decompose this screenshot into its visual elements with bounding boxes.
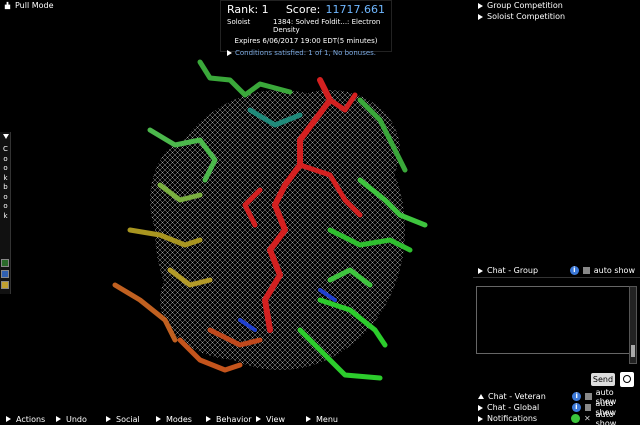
folder-icon[interactable] <box>1 270 9 278</box>
expand-arrow-icon <box>206 416 211 422</box>
chat-log[interactable] <box>476 286 630 354</box>
expand-arrow-icon <box>478 2 483 9</box>
conditions-text: Conditions satisfied: 1 of 1, No bonuses… <box>235 49 377 57</box>
mode-indicator[interactable]: Pull Mode <box>3 1 54 10</box>
expand-arrow-icon <box>478 415 483 422</box>
minimize-icon[interactable] <box>582 267 590 274</box>
expires-text: Expires 6/06/2017 19:00 EDT(5 minutes) <box>234 37 378 45</box>
menu-actions[interactable]: Actions <box>0 415 50 424</box>
expand-arrow-icon <box>156 416 161 422</box>
chat-group-header[interactable]: Chat - Group i auto show <box>473 264 640 278</box>
chat-group-panel: Chat - Group i auto show Send <box>473 264 640 390</box>
expand-arrow-icon <box>478 267 483 274</box>
chat-group-title: Chat - Group <box>487 266 539 275</box>
expand-arrow-icon <box>6 416 11 422</box>
auto-show-label[interactable]: auto show <box>594 266 635 275</box>
collapse-arrow-icon <box>3 134 9 139</box>
menu-social[interactable]: Social <box>100 415 150 424</box>
recipe-icon[interactable] <box>1 259 9 267</box>
minimize-icon[interactable] <box>584 393 592 400</box>
mode-label: Pull Mode <box>15 1 54 10</box>
auto-show-label[interactable]: auto show <box>596 410 635 425</box>
expand-arrow-icon <box>306 416 311 422</box>
menu-behavior[interactable]: Behavior <box>200 415 252 424</box>
expand-arrow-icon <box>227 50 232 56</box>
puzzle-title: 1384: Solved Foldit...: Electron Density <box>273 18 381 34</box>
score-value: 11717.661 <box>325 3 386 16</box>
info-icon[interactable]: i <box>571 403 581 412</box>
cookbook-label: Cookbook <box>3 145 8 220</box>
expand-arrow-icon <box>106 416 111 422</box>
menu-menu[interactable]: Menu <box>300 415 350 424</box>
score-panel: Rank: 1 Score: 11717.661 Soloist 1384: S… <box>220 0 392 57</box>
expand-arrow-icon <box>256 416 261 422</box>
cookbook-panel[interactable]: Cookbook <box>0 132 11 294</box>
collapse-arrow-icon <box>478 394 484 399</box>
group-competition-label: Group Competition <box>487 1 563 10</box>
bottom-menubar: Actions Undo Social Modes Behavior View … <box>0 413 350 425</box>
info-icon[interactable]: i <box>569 266 579 275</box>
notifications-label: Notifications <box>487 414 538 423</box>
soloist-competition-toggle[interactable]: Soloist Competition <box>473 11 640 22</box>
script-icon[interactable] <box>1 281 9 289</box>
chat-channel-list: Chat - Veteran i auto show Chat - Global… <box>473 388 640 425</box>
menu-undo[interactable]: Undo <box>50 415 100 424</box>
electron-density-mesh <box>150 90 405 370</box>
expand-arrow-icon <box>478 13 483 20</box>
expand-arrow-icon <box>478 404 483 411</box>
minimize-icon[interactable] <box>584 404 592 411</box>
menu-view[interactable]: View <box>250 415 300 424</box>
rank-label: Rank: 1 <box>227 3 269 16</box>
hand-icon <box>4 1 11 10</box>
status-dot-icon <box>571 414 580 423</box>
score-label: Score: <box>285 3 321 16</box>
send-button[interactable]: Send <box>591 373 615 386</box>
notifications-row[interactable]: Notifications ✕ auto show <box>473 410 640 425</box>
expand-arrow-icon <box>56 416 61 422</box>
chat-scrollbar[interactable] <box>629 286 637 364</box>
menu-modes[interactable]: Modes <box>150 415 200 424</box>
player-role: Soloist <box>227 18 251 26</box>
chat-veteran-label: Chat - Veteran <box>488 392 546 401</box>
close-icon[interactable]: ✕ <box>584 414 592 423</box>
clock-icon[interactable] <box>620 372 634 387</box>
info-icon[interactable]: i <box>572 392 581 401</box>
competition-panel: Group Competition Soloist Competition <box>473 0 640 22</box>
conditions-toggle[interactable]: Conditions satisfied: 1 of 1, No bonuses… <box>227 49 385 57</box>
chat-global-label: Chat - Global <box>487 403 540 412</box>
group-competition-toggle[interactable]: Group Competition <box>473 0 640 11</box>
soloist-competition-label: Soloist Competition <box>487 12 566 21</box>
